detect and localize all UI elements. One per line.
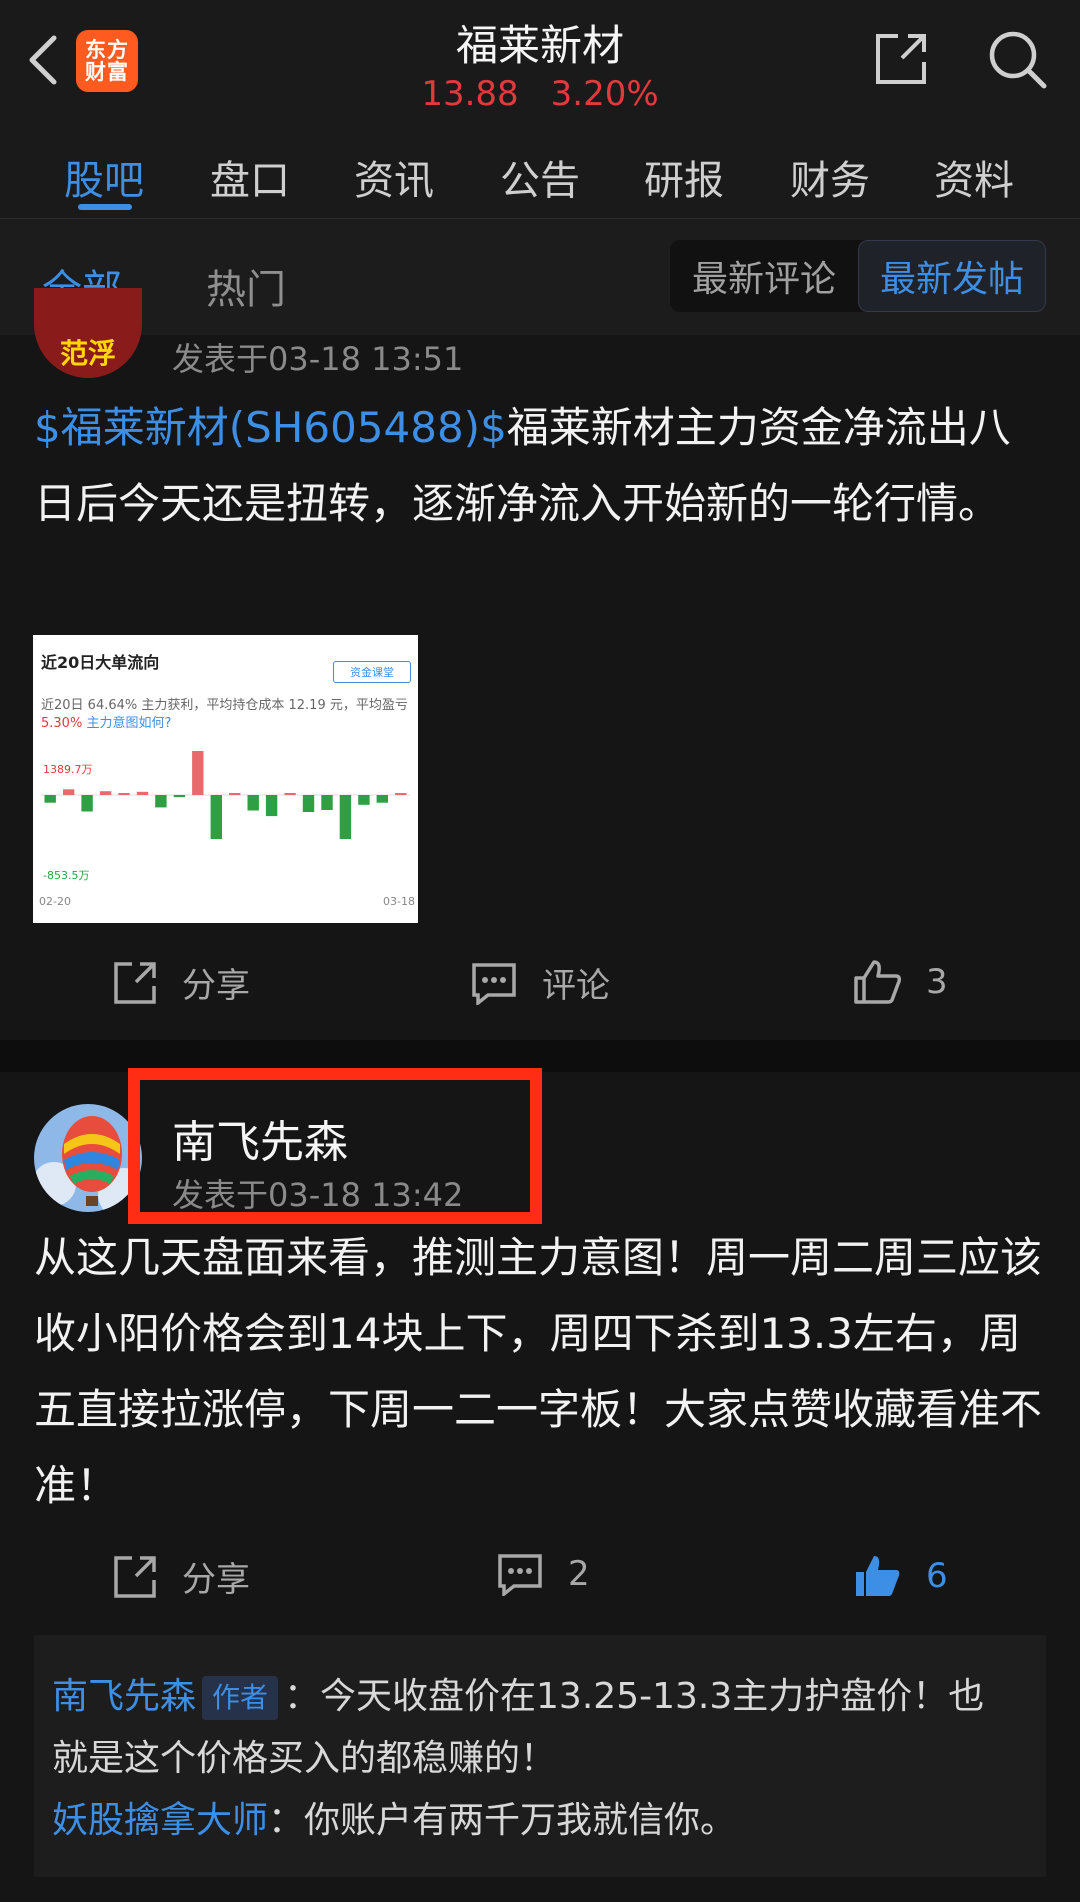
chart-bar xyxy=(376,795,388,803)
tab-guba[interactable]: 股吧 xyxy=(64,148,144,206)
stock-link[interactable]: $福莱新材(SH605488)$ xyxy=(34,403,507,452)
tab-indicator xyxy=(78,204,132,210)
comment-text: ：你账户有两千万我就信你。 xyxy=(268,1800,737,1841)
comment-button[interactable]: 2 xyxy=(496,1552,590,1596)
share-button[interactable]: 分享 xyxy=(112,1552,250,1601)
chart-bar xyxy=(155,795,167,808)
tab-news[interactable]: 资讯 xyxy=(354,148,434,206)
search-icon[interactable] xyxy=(986,28,1048,90)
chart-bar xyxy=(210,795,222,839)
chart-image[interactable]: 近20日大单流向 资金课堂 近20日 64.64% 主力获利，平均持仓成本 12… xyxy=(33,635,418,923)
post-body: $福莱新材(SH605488)$福莱新材主力资金净流出八日后今天还是扭转，逐渐净… xyxy=(34,390,1046,542)
stock-change: 3.20% xyxy=(550,74,659,114)
tab-profile[interactable]: 资料 xyxy=(934,148,1014,206)
chart-bar xyxy=(81,795,93,812)
tab-pankou[interactable]: 盘口 xyxy=(210,148,290,206)
chart-bar xyxy=(136,791,149,795)
comment-item[interactable]: 妖股擒拿大师：你账户有两千万我就信你。 xyxy=(52,1790,1012,1852)
chart-bar xyxy=(63,789,75,795)
comment-icon xyxy=(472,962,516,1005)
chart-bar xyxy=(229,793,241,795)
chart-bar xyxy=(284,793,296,795)
subtab-hot[interactable]: 热门 xyxy=(206,257,286,315)
share-icon[interactable] xyxy=(872,30,930,88)
chart-description: 近20日 64.64% 主力获利，平均持仓成本 12.19 元，平均盈亏 5.3… xyxy=(41,698,408,731)
chart-bar xyxy=(118,793,130,795)
stock-price: 13.88 xyxy=(421,74,519,114)
chart-x-start: 02-20 xyxy=(39,895,71,908)
comment-author[interactable]: 妖股擒拿大师 xyxy=(52,1800,268,1841)
avatar[interactable] xyxy=(34,1104,142,1212)
thumbs-up-filled-icon xyxy=(856,1556,900,1596)
post-time: 发表于03-18 13:51 xyxy=(172,340,464,378)
chart-bar xyxy=(173,795,186,798)
comment-author[interactable]: 南飞先森 xyxy=(52,1676,196,1717)
chart-bar xyxy=(302,795,315,812)
chart-badge: 资金课堂 xyxy=(333,661,411,683)
chart-plot xyxy=(41,751,410,839)
chart-bar xyxy=(395,793,407,795)
share-button[interactable]: 分享 xyxy=(112,958,250,1007)
tab-research[interactable]: 研报 xyxy=(644,148,724,206)
author-badge: 作者 xyxy=(202,1676,279,1720)
chart-bar xyxy=(44,795,56,803)
chart-x-end: 03-18 xyxy=(383,895,415,908)
share-icon xyxy=(114,961,156,1004)
sort-latest-comment-button[interactable]: 最新评论 xyxy=(670,240,858,312)
like-button[interactable]: 6 xyxy=(852,1552,948,1600)
post-body: 从这几天盘面来看，推测主力意图！周一周二周三应该收小阳价格会到14块上下，周四下… xyxy=(34,1233,1043,1510)
chart-bar xyxy=(358,795,370,805)
sort-latest-post-button[interactable]: 最新发帖 xyxy=(858,240,1046,312)
chart-bar xyxy=(99,791,112,795)
comment-item[interactable]: 南飞先森 作者 ：今天收盘价在13.25-13.3主力护盘价！也就是这个价格买入的都… xyxy=(52,1666,1012,1790)
highlight-box xyxy=(128,1068,542,1224)
section-tabs: 股吧 盘口 资讯 公告 研报 财务 资料 xyxy=(0,122,1080,219)
share-icon xyxy=(114,1555,156,1598)
thumbs-up-icon xyxy=(854,960,902,1004)
tab-finance[interactable]: 财务 xyxy=(790,148,870,206)
chart-bar xyxy=(339,795,352,839)
tab-announcements[interactable]: 公告 xyxy=(500,148,580,206)
comment-button[interactable]: 评论 xyxy=(470,958,610,1007)
chart-bar xyxy=(192,751,204,795)
comment-icon xyxy=(498,1554,542,1596)
chart-bar xyxy=(321,795,333,810)
like-button[interactable]: 3 xyxy=(852,958,948,1006)
chart-title: 近20日大单流向 xyxy=(41,653,160,672)
chart-bar xyxy=(247,795,259,811)
chart-bar xyxy=(265,795,278,817)
